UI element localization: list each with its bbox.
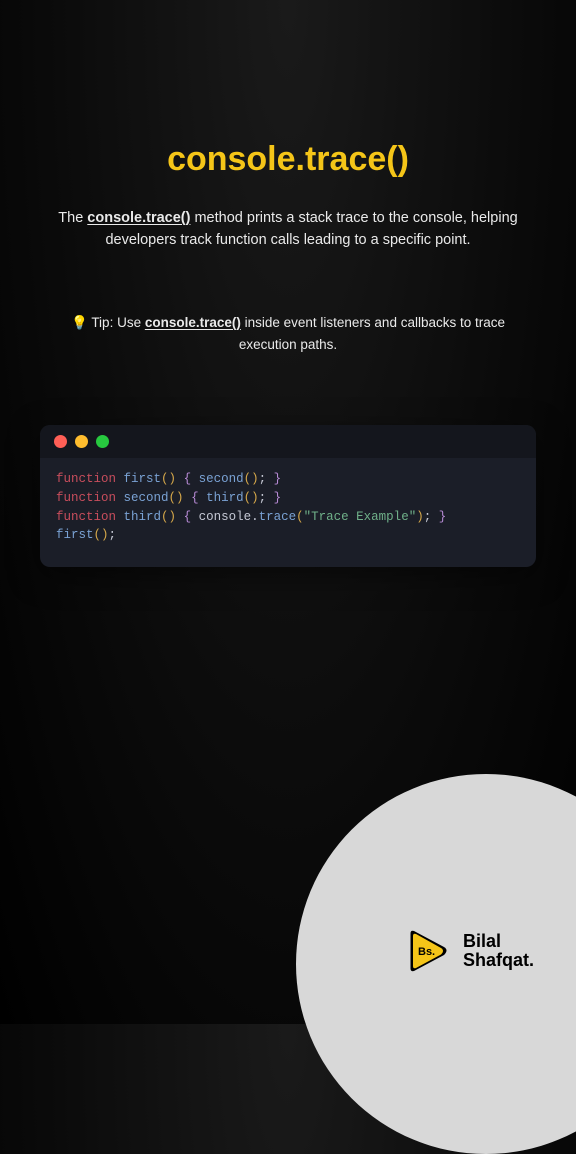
code-call: second <box>199 472 244 486</box>
code-method: trace <box>259 510 297 524</box>
tip-prefix: 💡 Tip: Use <box>71 315 145 330</box>
description-prefix: The <box>58 210 87 226</box>
code-call: first <box>56 528 94 542</box>
code-function-name: first <box>124 472 162 486</box>
code-window: function first() { second(); } function … <box>40 425 536 567</box>
code-body: function first() { second(); } function … <box>40 458 536 567</box>
tip-text: 💡 Tip: Use console.trace() inside event … <box>70 312 506 355</box>
window-minimize-dot <box>75 435 88 448</box>
branding: Bs. Bilal Shafqat. <box>403 926 534 976</box>
brand-line2: Shafqat. <box>463 951 534 970</box>
description-text: The console.trace() method prints a stac… <box>40 207 536 252</box>
window-maximize-dot <box>96 435 109 448</box>
logo-text: Bs. <box>418 946 435 958</box>
code-keyword: function <box>56 510 116 524</box>
window-close-dot <box>54 435 67 448</box>
page-title: console.trace() <box>40 140 536 179</box>
code-string: "Trace Example" <box>304 510 417 524</box>
tip-suffix: inside event listeners and callbacks to … <box>239 315 505 352</box>
code-function-name: third <box>124 510 162 524</box>
brand-name: Bilal Shafqat. <box>463 932 534 970</box>
brand-line1: Bilal <box>463 932 534 951</box>
logo-icon: Bs. <box>403 926 453 976</box>
code-call: third <box>206 491 244 505</box>
code-keyword: function <box>56 472 116 486</box>
code-keyword: function <box>56 491 116 505</box>
tip-bold: console.trace() <box>145 315 241 330</box>
code-window-header <box>40 425 536 458</box>
code-object: console <box>199 510 252 524</box>
code-function-name: second <box>124 491 169 505</box>
description-bold: console.trace() <box>87 210 190 226</box>
